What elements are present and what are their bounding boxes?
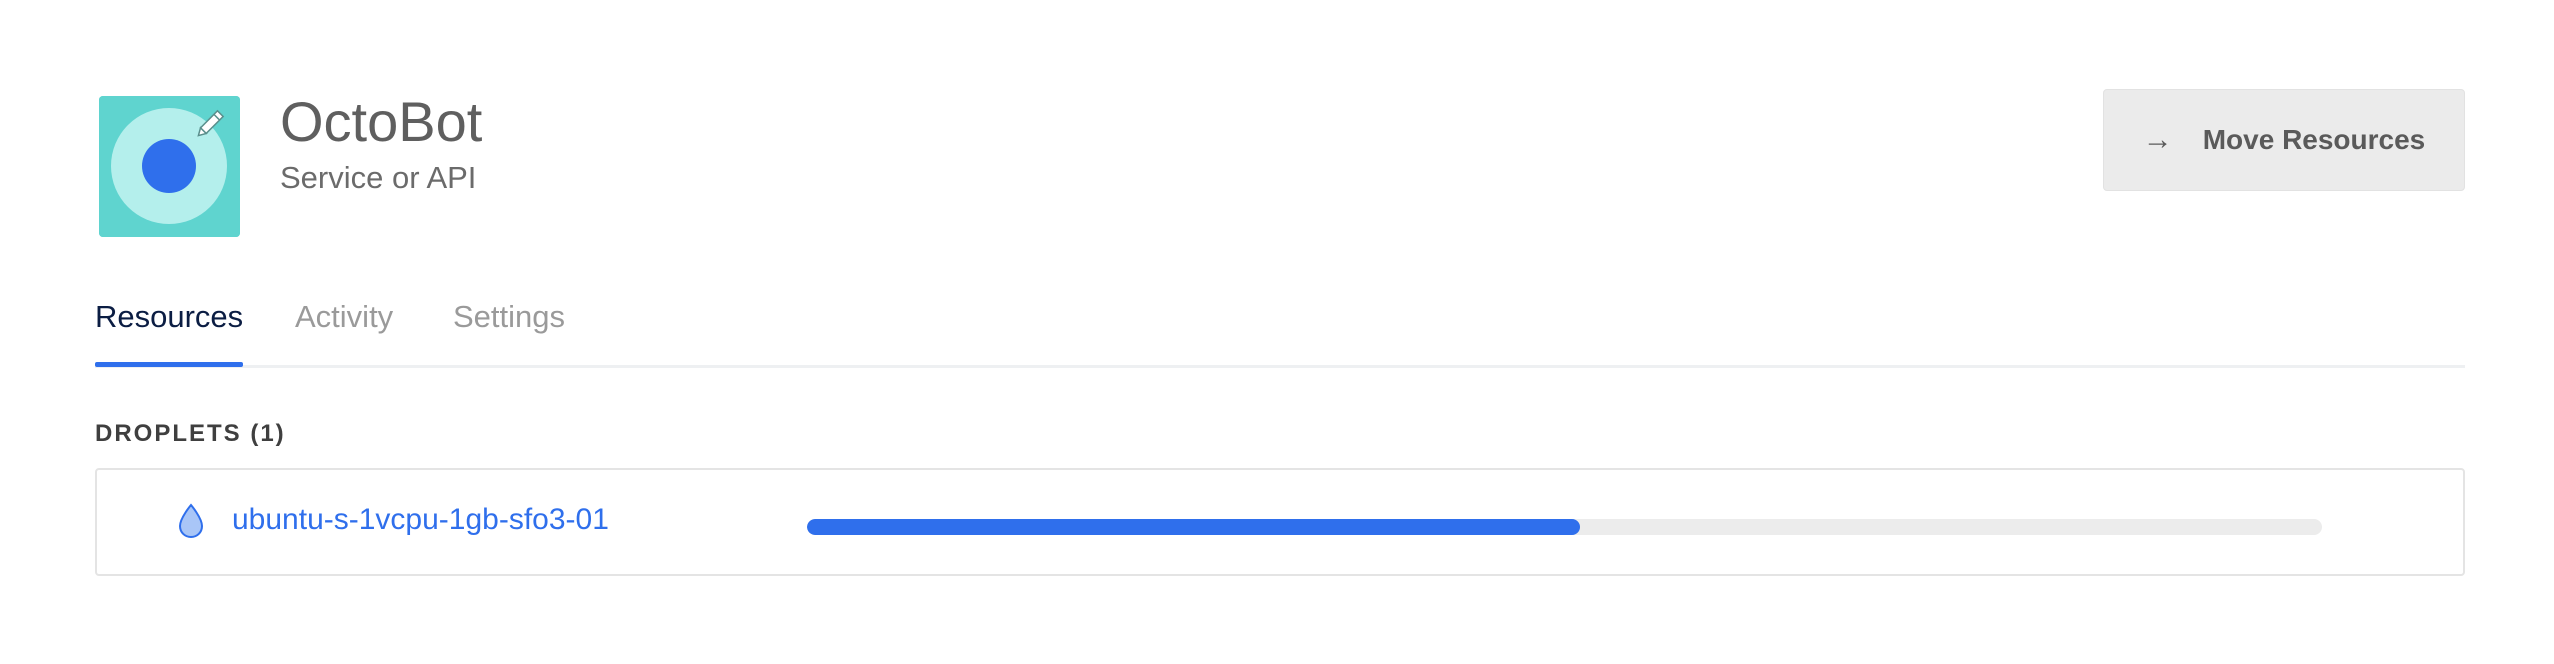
droplet-icon: [177, 503, 205, 539]
droplet-name-link[interactable]: ubuntu-s-1vcpu-1gb-sfo3-01: [232, 500, 609, 540]
active-tab-indicator: [95, 362, 243, 367]
tab-settings[interactable]: Settings: [453, 296, 565, 338]
droplet-progress-bar: [807, 519, 2322, 535]
tab-resources[interactable]: Resources: [95, 296, 243, 338]
droplets-heading: DROPLETS (1): [95, 420, 286, 447]
droplet-progress-fill: [807, 519, 1580, 535]
project-purpose: Service or API: [280, 160, 477, 195]
project-title: OctoBot: [280, 90, 483, 153]
tab-activity[interactable]: Activity: [295, 296, 393, 338]
droplet-row[interactable]: ubuntu-s-1vcpu-1gb-sfo3-01: [95, 468, 2465, 576]
arrow-right-icon: →: [2142, 123, 2173, 156]
tab-bar: Resources Activity Settings: [95, 296, 2465, 368]
move-resources-button[interactable]: → Move Resources: [2103, 89, 2465, 191]
move-resources-label: Move Resources: [2202, 124, 2426, 155]
pencil-icon[interactable]: [190, 106, 228, 144]
project-avatar-icon[interactable]: [99, 96, 240, 237]
